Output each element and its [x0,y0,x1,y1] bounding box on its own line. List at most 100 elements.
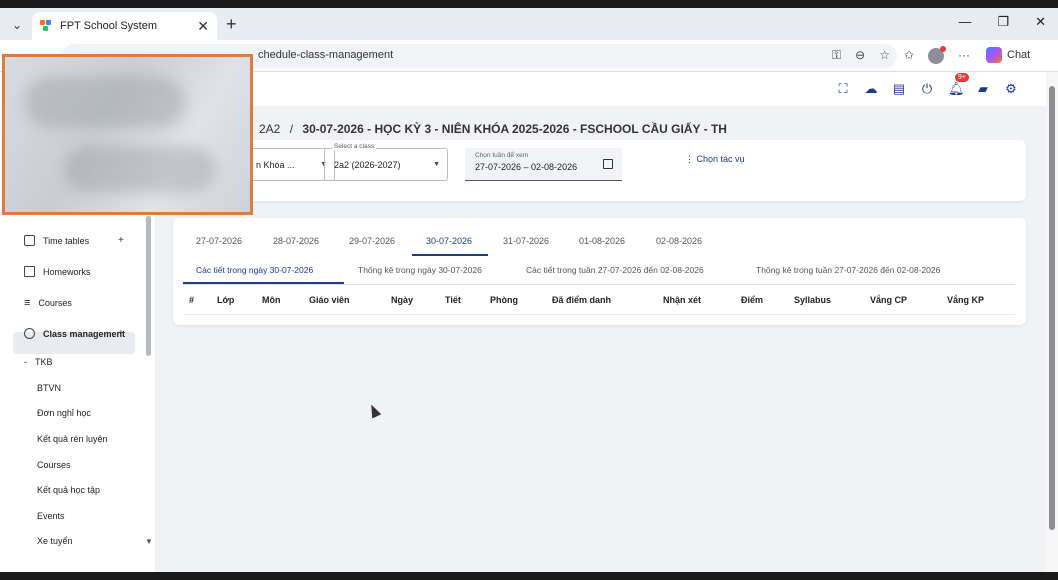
column-header: Điểm [741,295,764,305]
browser-tab[interactable]: FPT School System ✕ [32,12,217,40]
minimize-icon[interactable]: — [958,14,971,30]
profile-avatar[interactable] [928,46,947,64]
settings-gear-icon[interactable]: ⚙ [1004,81,1018,97]
term-select-value: n Khóa ... [256,160,295,170]
new-tab-icon[interactable]: + [226,14,237,35]
sidebar-item-label: Time tables [43,235,90,246]
tab-periods-week[interactable]: Các tiết trong tuần 27-07-2026 đến 02-08… [526,265,704,275]
tab-day[interactable]: 27-07-2026 [196,236,242,246]
cloud-download-icon[interactable]: ☁ [864,81,878,97]
chat-label: Chat [1007,49,1031,61]
copilot-chat-button[interactable]: Chat [986,47,1030,63]
fpt-favicon-icon [40,20,52,32]
column-header: Giáo viên [309,295,350,305]
blur-region [65,147,215,192]
breadcrumb-class[interactable]: 2A2 [259,122,280,136]
column-header: Vắng KP [947,295,985,305]
blur-region [25,77,185,127]
tab-day-active[interactable]: 30-07-2026 [426,236,472,246]
tab-day[interactable]: 01-08-2026 [579,236,625,246]
dropdown-caret-icon: ▼ [433,161,440,168]
sidebar-subitem[interactable]: Events [37,511,65,521]
copilot-icon [986,47,1002,63]
tab-day[interactable]: 31-07-2026 [503,236,549,246]
document-icon [24,266,35,277]
sidebar-item-label: Homeworks [43,266,91,277]
tab-list-icon[interactable]: ⌄ [6,14,28,36]
tab-day[interactable]: 02-08-2026 [656,236,702,246]
column-header: Ngày [391,295,414,305]
address-bar-icons: ⚿ ⊖ ☆ ✩ ··· [832,46,970,64]
sidebar-subitem[interactable]: Kết quả học tập [37,485,100,495]
column-header: Lớp [217,295,235,305]
key-icon[interactable]: ⚿ [832,48,841,64]
class-select-label: Select a class [332,143,377,150]
browser-tabbar: ⌄ FPT School System ✕ + — ❐ ✕ [0,8,1058,40]
notification-bell-icon[interactable]: 🔔︎ 9+ [948,73,969,97]
calendar-icon[interactable] [603,159,613,169]
sidebar-item-label: Class management [43,328,126,339]
mouse-cursor-icon [366,402,382,419]
filter-panel: n Khóa ... ▼ Select a class 2a2 (2026-20… [173,140,1026,201]
sidebar-subitem[interactable]: BTVN [37,383,61,393]
sidebar-item-courses[interactable]: ≡ Courses [24,297,72,309]
page-scrollbar[interactable] [1046,72,1058,572]
browser-window: ⌄ FPT School System ✕ + — ❐ ✕ chedule-cl… [0,8,1058,572]
choose-task-link[interactable]: ⋮ Chọn tác vụ [685,154,745,165]
tab-day[interactable]: 28-07-2026 [273,236,319,246]
sidebar-item-time-tables[interactable]: Time tables [24,235,89,246]
column-header: Vắng CP [870,295,908,305]
column-header: Đã điểm danh [552,295,612,305]
breadcrumb: 2A2 / 30-07-2026 - HỌC KỲ 3 - NIÊN KHÓA … [259,122,727,136]
tab-stats-week[interactable]: Thống kê trong tuần 27-07-2026 đến 02-08… [756,265,940,275]
tab-periods-today[interactable]: Các tiết trong ngày 30-07-2026 [196,265,313,275]
page-scrollbar-thumb[interactable] [1049,86,1055,530]
power-icon[interactable]: ⏻ [920,81,934,97]
breadcrumb-separator: / [289,122,294,136]
clipboard-icon[interactable]: ▤ [892,81,906,97]
restore-icon[interactable]: ❐ [997,14,1009,30]
class-select[interactable]: Select a class 2a2 (2026-2027) ▼ [324,143,448,181]
column-header: Nhận xét [663,295,702,305]
sidebar-item-class-management[interactable]: Class management [24,328,125,339]
favorite-star-icon[interactable]: ☆ [879,48,890,64]
more-icon[interactable]: ··· [958,48,970,64]
sidebar-section-tkb[interactable]: - TKB [24,357,53,367]
sidebar-item-homeworks[interactable]: Homeworks [24,266,91,277]
tab-close-icon[interactable]: ✕ [197,18,209,35]
chat-icon[interactable]: ▰ [976,81,990,97]
page-title: 30-07-2026 - HỌC KỲ 3 - NIÊN KHÓA 2025-2… [302,122,727,136]
expand-icon[interactable]: + [118,328,124,339]
tab-day[interactable]: 29-07-2026 [349,236,395,246]
schedule-card: 27-07-2026 28-07-2026 29-07-2026 30-07-2… [173,218,1026,325]
favorites-icon[interactable]: ✩ [904,48,914,64]
column-header: Syllabus [794,295,832,305]
sidebar-subitem[interactable]: Kết quả rèn luyện [37,434,108,444]
column-header: Phòng [490,295,518,305]
tab-stats-today[interactable]: Thống kê trong ngày 30-07-2026 [358,265,482,275]
redaction-overlay [2,54,253,215]
week-date-range-field[interactable]: Chọn tuần để xem 27-07-2026 – 02-08-2026 [465,148,622,181]
collapse-icon: - [24,357,27,367]
class-select-value: 2a2 (2026-2027) [334,160,401,170]
week-field-value: 27-07-2026 – 02-08-2026 [475,162,578,172]
column-header: Môn [262,295,281,305]
header-actions: ⛶ ☁ ▤ ⏻ 🔔︎ 9+ ▰ ⚙ [836,73,1018,97]
sidebar-subitem[interactable]: Courses [37,460,71,470]
sidebar-scrollbar[interactable] [146,216,151,356]
fullscreen-icon[interactable]: ⛶ [836,81,850,97]
sidebar-subitem[interactable]: Xe tuyển [37,536,73,546]
table-header-divider [183,314,1015,315]
sidebar-subitem[interactable]: Đơn nghỉ học [37,408,91,418]
list-icon: ≡ [24,297,31,309]
week-field-label: Chọn tuần để xem [475,152,529,159]
calendar-icon [24,235,35,246]
expand-icon[interactable]: + [118,235,124,246]
sidebar-item-label: Courses [38,298,72,308]
divider [183,284,1015,285]
close-window-icon[interactable]: ✕ [1035,14,1046,30]
column-header: # [189,295,195,305]
column-header: Tiết [445,295,461,305]
scroll-down-icon[interactable]: ▼ [145,537,153,546]
zoom-icon[interactable]: ⊖ [855,48,865,64]
